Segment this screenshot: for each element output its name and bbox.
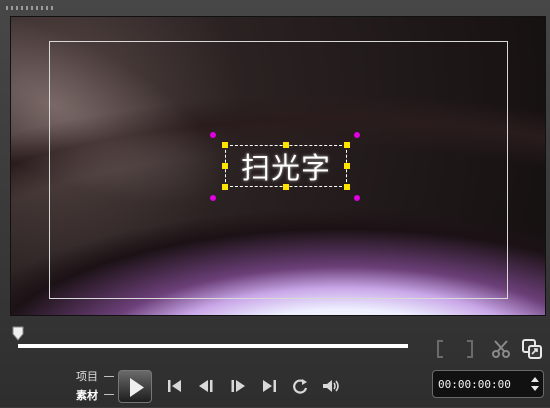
mark-out-icon[interactable]: [458, 338, 480, 360]
resize-handle-bl[interactable]: [222, 184, 228, 190]
timecode-value[interactable]: 00:00:00:00: [438, 378, 511, 391]
rotate-handle-br[interactable]: [354, 195, 360, 201]
resize-handle-tl[interactable]: [222, 142, 228, 148]
resize-handle-tr[interactable]: [344, 142, 350, 148]
mode-project-label[interactable]: 项目: [76, 368, 98, 384]
rotate-handle-bl[interactable]: [210, 195, 216, 201]
resize-handle-br[interactable]: [344, 184, 350, 190]
play-button[interactable]: [118, 370, 152, 403]
mark-in-icon[interactable]: [430, 338, 452, 360]
resize-handle-ml[interactable]: [222, 163, 228, 169]
resize-handle-tc[interactable]: [283, 142, 289, 148]
mode-divider: [104, 376, 114, 377]
mode-clip-label[interactable]: 素材: [76, 387, 98, 403]
preview-window[interactable]: 扫光字: [10, 16, 546, 316]
repeat-icon[interactable]: [290, 376, 310, 396]
timecode-field[interactable]: 00:00:00:00: [432, 370, 544, 398]
next-frame-icon[interactable]: [228, 376, 248, 396]
resize-handle-bc[interactable]: [283, 184, 289, 190]
rotate-handle-tl[interactable]: [210, 132, 216, 138]
playhead-scrubber[interactable]: [12, 326, 24, 341]
rotate-handle-tr[interactable]: [354, 132, 360, 138]
resize-handle-mr[interactable]: [344, 163, 350, 169]
scissors-icon[interactable]: [490, 338, 512, 360]
enlarge-preview-icon[interactable]: [521, 338, 543, 360]
title-text[interactable]: 扫光字: [226, 146, 346, 186]
timeline-bar[interactable]: [18, 344, 408, 348]
play-icon: [130, 378, 144, 397]
volume-icon[interactable]: [321, 376, 341, 396]
go-end-icon[interactable]: [259, 376, 279, 396]
previous-frame-icon[interactable]: [196, 376, 216, 396]
title-selection-box[interactable]: 扫光字: [225, 145, 347, 187]
timecode-spinner[interactable]: [530, 374, 540, 394]
panel-grip[interactable]: [6, 6, 54, 10]
go-start-icon[interactable]: [165, 376, 185, 396]
player-panel: 扫光字 项目 素材 00:00:00:00: [0, 0, 550, 407]
mode-divider: [104, 394, 114, 395]
